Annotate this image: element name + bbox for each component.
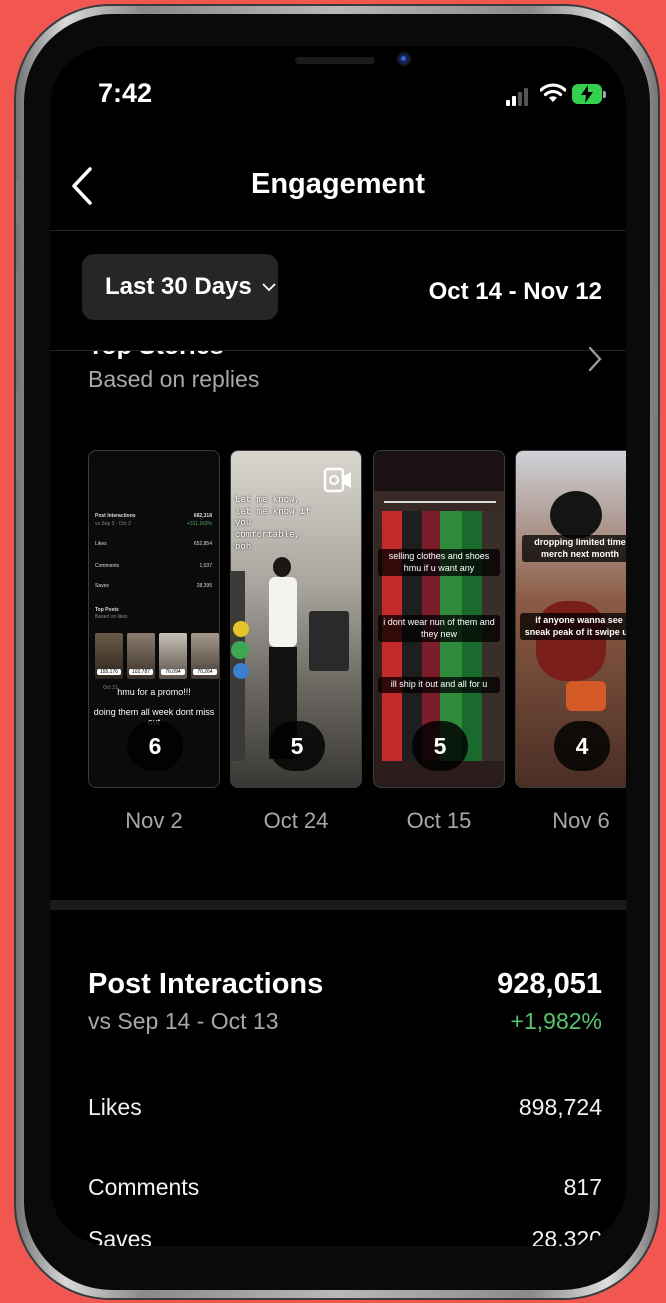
speaker	[295, 57, 375, 64]
mini-thumb: 102,787	[127, 633, 155, 679]
mini-thumb: 155,176	[95, 633, 123, 679]
saves-label: Saves	[88, 1226, 152, 1246]
post-interactions-change: +1,982%	[510, 1008, 602, 1034]
story-card[interactable]: dropping limited time merch next month i…	[515, 450, 626, 788]
story-caption: dropping limited time merch next month	[522, 535, 626, 563]
chevron-right-icon[interactable]	[588, 346, 602, 372]
likes-label: Likes	[88, 1094, 142, 1120]
page-title: Engagement	[250, 168, 426, 200]
volume-down-button	[16, 390, 22, 480]
battery-charging-icon	[572, 84, 606, 104]
gym-ball	[233, 663, 249, 679]
date-range-dropdown[interactable]: Last 30 Days	[82, 254, 278, 320]
post-interactions-total: 928,051	[497, 968, 602, 1000]
story-card[interactable]: selling clothes and shoes hmu if u want …	[373, 450, 505, 788]
reel-camera-icon	[323, 467, 351, 493]
story-caption: ill ship it out and all for u	[378, 677, 500, 693]
story-date: Nov 2	[125, 808, 183, 833]
mini-thumb: 70,264	[191, 633, 219, 679]
notch	[180, 46, 500, 90]
dumbbell-rack	[309, 611, 349, 671]
clothes-rail	[384, 501, 496, 503]
story-date: Oct 24	[263, 808, 329, 833]
person-head	[273, 557, 291, 577]
volume-up-button	[16, 270, 22, 360]
mini-change: +311,163%	[186, 521, 212, 527]
post-interactions-comparison: vs Sep 14 - Oct 13	[88, 1008, 279, 1034]
story-caption: i dont wear nun of them and they new	[378, 615, 500, 643]
mini-title: Post Interactions	[95, 513, 136, 519]
top-stories-title: Top Stories	[88, 351, 224, 359]
screen: 7:42 Engagement Last 30 Days Oct 14 - No…	[50, 46, 626, 1246]
comments-label: Comments	[88, 1174, 200, 1200]
date-range-text: Oct 14 - Nov 12	[428, 278, 602, 305]
gym-ball	[231, 641, 249, 659]
power-button	[652, 290, 658, 420]
person-shirt	[269, 577, 297, 647]
mini-top-posts: Top Posts	[95, 607, 119, 613]
mini-row-label: Likes	[95, 541, 107, 547]
wifi-icon	[540, 83, 566, 102]
story-reply-count: 4	[554, 721, 610, 771]
likes-value: 898,724	[518, 1094, 602, 1120]
story-caption: if anyone wanna see sneak peak of it swi…	[520, 613, 626, 641]
mini-sub: vs Sep 3 - Oct 2	[95, 521, 131, 527]
mini-top-posts-sub: Based on likes	[95, 614, 128, 620]
story-card[interactable]: Post Interactions 682,318 vs Sep 3 - Oct…	[88, 450, 220, 788]
saves-row: Saves 28,320	[50, 1224, 626, 1246]
saves-value: 28,320	[531, 1226, 602, 1246]
status-time: 7:42	[98, 78, 153, 108]
story-reply-count: 5	[412, 721, 468, 771]
gym-ball	[233, 621, 249, 637]
comments-value: 817	[563, 1174, 602, 1200]
mute-switch	[16, 180, 22, 224]
story-caption: selling clothes and shoes hmu if u want …	[378, 549, 500, 577]
story-card[interactable]: Let me know, let me know if you comforta…	[230, 450, 362, 788]
top-stories-subtitle: Based on replies	[88, 366, 260, 392]
mini-row-value: 1,037	[199, 563, 212, 569]
date-range-dropdown-label: Last 30 Days	[105, 273, 252, 300]
mini-row-value: 28,395	[196, 583, 212, 589]
story-date: Nov 6	[552, 808, 610, 833]
story-overlay-text: hmu for a promo!!!	[117, 687, 191, 697]
mini-row-label: Comments	[95, 563, 120, 569]
front-camera	[398, 53, 410, 65]
story-reply-count: 6	[127, 721, 183, 771]
story-date: Oct 15	[406, 808, 472, 833]
cellular-signal-icon	[506, 86, 530, 106]
top-shelf	[374, 451, 504, 491]
person-hair	[550, 491, 602, 539]
nav-divider	[50, 230, 626, 231]
chevron-down-icon	[262, 283, 276, 292]
story-reply-count: 5	[269, 721, 325, 771]
shoes	[566, 681, 606, 711]
mini-row-value: 652,854	[193, 541, 212, 547]
mini-row-label: Saves	[95, 583, 109, 589]
mini-thumb: 76,094	[159, 633, 187, 679]
mini-value: 682,318	[193, 513, 212, 519]
section-divider	[50, 900, 626, 910]
story-overlay-text: Let me know, let me know if you comforta…	[235, 495, 311, 552]
post-interactions-title: Post Interactions	[88, 968, 324, 1000]
